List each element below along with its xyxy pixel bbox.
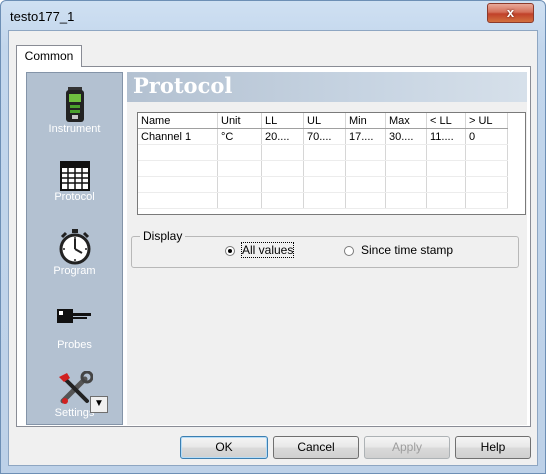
- sidebar-item-label: Program: [53, 265, 96, 277]
- ok-button[interactable]: OK: [180, 436, 268, 459]
- column-header-max[interactable]: Max: [385, 113, 427, 129]
- sidebar-item-program[interactable]: Program: [27, 229, 122, 277]
- table-row-empty: [138, 192, 508, 209]
- column-header-ul[interactable]: UL: [303, 113, 346, 129]
- sidebar-item-protocol[interactable]: Protocol: [27, 161, 122, 203]
- instrument-icon: [65, 87, 84, 122]
- display-group-label: Display: [140, 229, 186, 243]
- sidebar-item-label: Instrument: [48, 123, 101, 135]
- window-title: testo177_1: [10, 9, 75, 24]
- sidebar-item-label: Protocol: [54, 191, 95, 203]
- close-icon: x: [506, 5, 515, 20]
- column-header-min[interactable]: Min: [345, 113, 386, 129]
- table-cell: 0: [465, 128, 508, 145]
- column-header-below-ll[interactable]: < LL: [426, 113, 466, 129]
- radio-all-values-label[interactable]: All values: [240, 242, 295, 258]
- close-button[interactable]: x: [487, 3, 534, 23]
- table-cell: 30....: [385, 128, 427, 145]
- apply-button[interactable]: Apply: [364, 436, 450, 459]
- table-cell: 20....: [261, 128, 304, 145]
- page-title: Protocol: [127, 72, 527, 102]
- table-row-empty: [138, 144, 508, 161]
- table-cell: 11....: [426, 128, 466, 145]
- radio-since-time-stamp[interactable]: [344, 246, 354, 256]
- sidebar-item-label: Probes: [57, 339, 92, 351]
- column-header-ll[interactable]: LL: [261, 113, 304, 129]
- sidebar-item-probes[interactable]: Probes: [27, 309, 122, 351]
- radio-all-values[interactable]: [225, 246, 235, 256]
- stopwatch-icon: [59, 229, 90, 265]
- chevron-down-icon: ▼: [94, 398, 104, 409]
- tools-icon: [58, 371, 93, 404]
- column-header-name[interactable]: Name: [138, 113, 218, 129]
- table-cell: Channel 1: [138, 128, 218, 145]
- table-row-empty: [138, 176, 508, 193]
- protocol-table[interactable]: Name Unit LL UL Min Max < LL > UL Channe…: [137, 112, 526, 215]
- table-header-row: Name Unit LL UL Min Max < LL > UL: [138, 113, 508, 129]
- radio-since-time-stamp-label[interactable]: Since time stamp: [361, 243, 453, 257]
- table-row[interactable]: Channel 1 °C 20.... 70.... 17.... 30....…: [138, 128, 508, 145]
- tab-common[interactable]: Common: [16, 45, 82, 67]
- table-cell: °C: [217, 128, 262, 145]
- table-cell: 70....: [303, 128, 346, 145]
- column-header-unit[interactable]: Unit: [217, 113, 262, 129]
- table-row-empty: [138, 160, 508, 177]
- sidebar: Instrument Protocol Program Probes Setti…: [26, 72, 123, 425]
- display-groupbox: [131, 236, 519, 268]
- table-cell: 17....: [345, 128, 386, 145]
- protocol-grid-icon: [59, 161, 90, 191]
- probe-icon: [56, 309, 91, 323]
- sidebar-item-instrument[interactable]: Instrument: [27, 87, 122, 135]
- help-button[interactable]: Help: [455, 436, 531, 459]
- cancel-button[interactable]: Cancel: [273, 436, 359, 459]
- column-header-above-ul[interactable]: > UL: [465, 113, 508, 129]
- sidebar-scroll-down-button[interactable]: ▼: [90, 396, 108, 413]
